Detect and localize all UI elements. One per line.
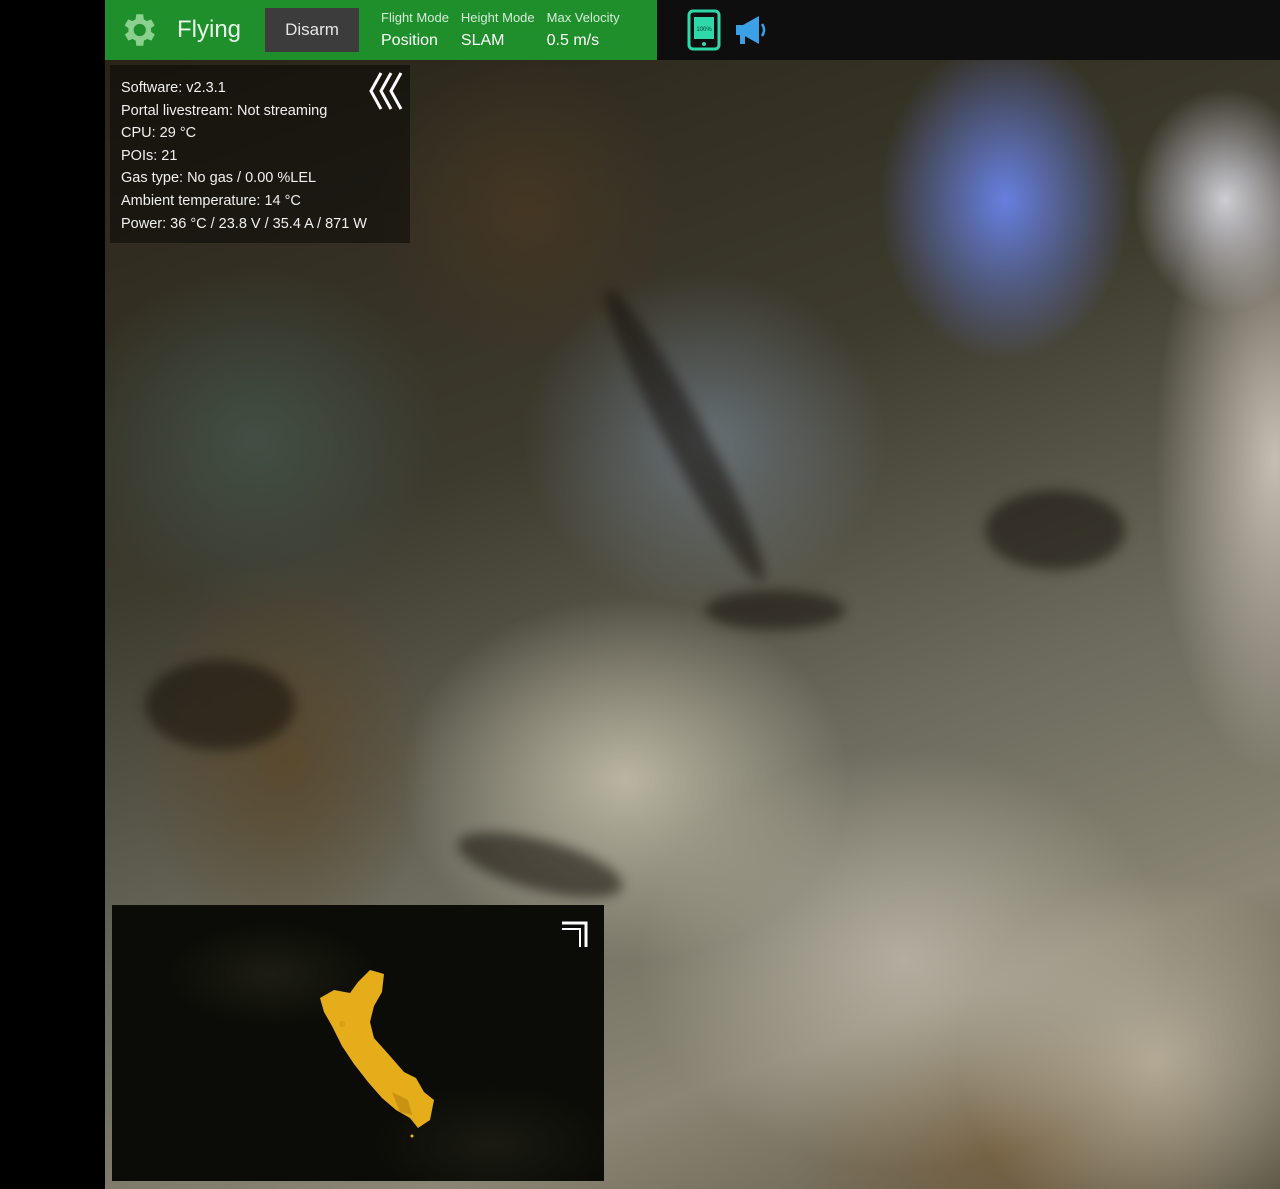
tablet-battery-icon[interactable]: 100% <box>687 9 721 51</box>
flight-state-label: Flying <box>177 16 242 43</box>
rock-shadow <box>705 590 845 630</box>
info-power: Power: 36 °C / 23.8 V / 35.4 A / 871 W <box>121 215 367 232</box>
rock-shadow <box>985 490 1125 570</box>
rock-shadow <box>589 279 781 591</box>
rock-shadow <box>145 660 295 750</box>
height-mode-value: SLAM <box>460 32 505 49</box>
drone-control-screen: Flying Disarm Flight Mode Position Heigh… <box>0 0 1280 1189</box>
disarm-button[interactable]: Disarm <box>265 8 359 52</box>
top-status-bar: Flying Disarm Flight Mode Position Heigh… <box>105 0 1280 60</box>
left-black-border <box>0 0 105 1189</box>
max-velocity-label: Max Velocity <box>546 10 620 25</box>
telemetry-info-panel: Software: v2.3.1 Portal livestream: Not … <box>110 65 410 243</box>
expand-corner-icon[interactable] <box>560 917 592 949</box>
height-mode-indicator[interactable]: Height Mode SLAM <box>461 10 535 50</box>
mode-group: Flight Mode Position Height Mode SLAM Ma… <box>381 10 620 50</box>
tablet-battery-text: 100% <box>696 27 712 33</box>
info-cpu: CPU: 29 °C <box>121 125 197 142</box>
triple-chevron-left-icon[interactable] <box>367 70 411 112</box>
info-ambient-temperature: Ambient temperature: 14 °C <box>121 192 301 209</box>
rock-shadow <box>451 818 629 912</box>
info-gas: Gas type: No gas / 0.00 %LEL <box>121 170 317 187</box>
flight-status-block: Flying Disarm Flight Mode Position Heigh… <box>105 0 657 60</box>
minimap-panel[interactable] <box>112 905 604 1181</box>
flight-mode-indicator[interactable]: Flight Mode Position <box>381 10 449 50</box>
camera-feed[interactable]: Software: v2.3.1 Portal livestream: Not … <box>105 60 1280 1189</box>
slam-pointcloud-map <box>320 970 434 1138</box>
gear-icon[interactable] <box>117 9 159 51</box>
height-mode-label: Height Mode <box>460 10 535 25</box>
flight-mode-value: Position <box>381 32 438 49</box>
flight-mode-label: Flight Mode <box>381 10 449 25</box>
info-pois: POIs: 21 <box>121 147 178 164</box>
max-velocity-value: 0.5 m/s <box>546 32 600 49</box>
max-velocity-indicator[interactable]: Max Velocity 0.5 m/s <box>547 10 620 50</box>
megaphone-icon[interactable] <box>733 13 769 47</box>
